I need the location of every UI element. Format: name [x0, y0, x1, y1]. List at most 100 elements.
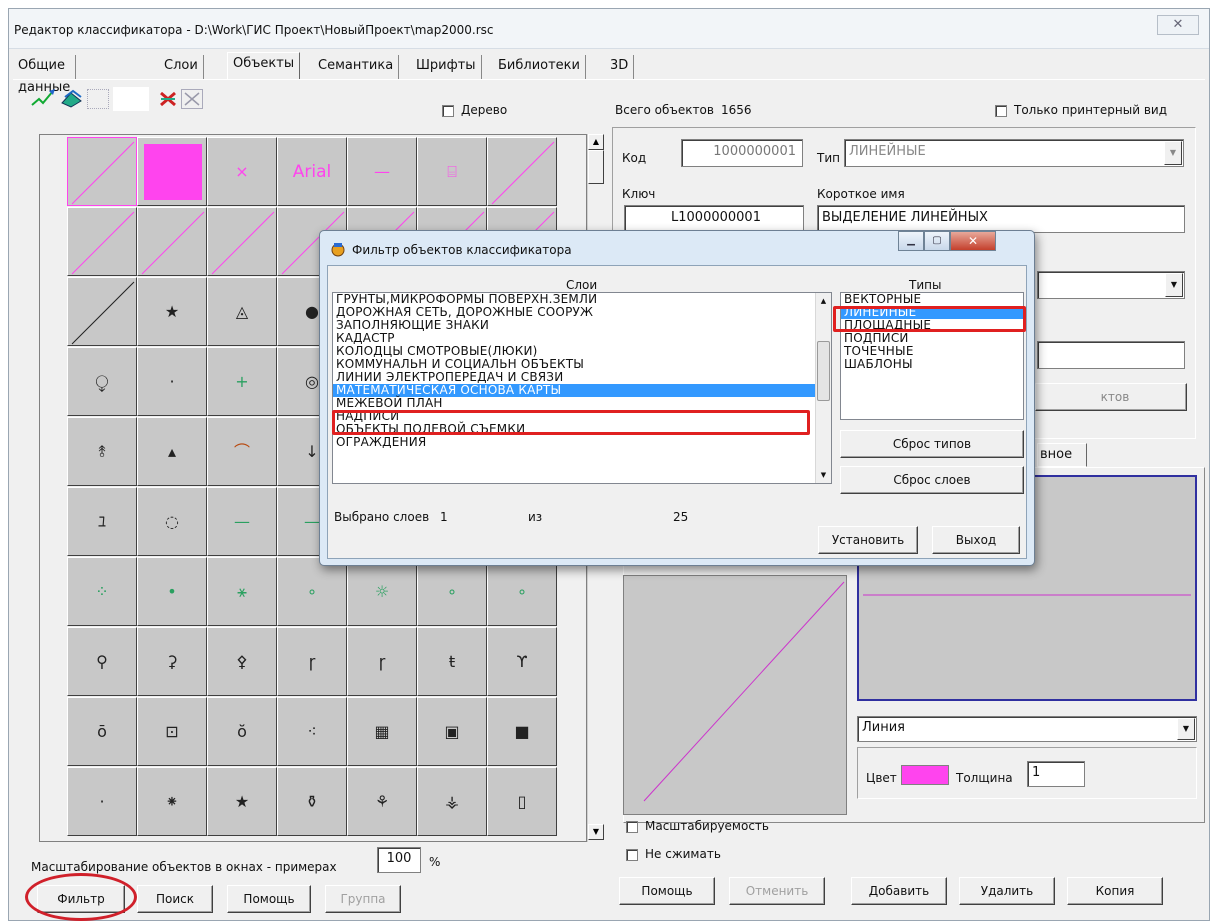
copy-button[interactable]: Копия: [1067, 877, 1163, 905]
printer-only-checkbox[interactable]: [995, 105, 1007, 117]
search-button[interactable]: Поиск: [137, 885, 213, 913]
tab-layers[interactable]: Слои: [159, 55, 204, 79]
object-sample-cell[interactable]: ∘: [417, 557, 487, 626]
object-sample-cell[interactable]: ɼ: [277, 627, 347, 696]
add-button[interactable]: Добавить: [851, 877, 947, 905]
object-sample-cell[interactable]: ∘: [277, 557, 347, 626]
layer-list-item[interactable]: ЗАПОЛНЯЮЩИЕ ЗНАКИ: [333, 319, 831, 332]
object-sample-cell[interactable]: ⁖: [277, 697, 347, 766]
short-name-field[interactable]: ВЫДЕЛЕНИЕ ЛИНЕЙНЫХ: [817, 205, 1185, 233]
help-button-right[interactable]: Помощь: [619, 877, 715, 905]
thickness-input[interactable]: 1: [1027, 761, 1085, 787]
layers-scroll-down-icon[interactable]: ▼: [816, 467, 831, 483]
object-sample-cell[interactable]: ⚴: [207, 627, 277, 696]
delete-icon[interactable]: [157, 89, 179, 109]
object-sample-cell[interactable]: ⚳: [137, 627, 207, 696]
object-sample-cell[interactable]: ◌: [137, 487, 207, 556]
object-sample-cell[interactable]: [207, 207, 277, 276]
tab-3d[interactable]: 3D: [605, 55, 635, 79]
exit-button[interactable]: Выход: [932, 526, 1020, 554]
object-sample-cell[interactable]: ▴: [137, 417, 207, 486]
scroll-down-icon[interactable]: ▼: [588, 824, 604, 840]
object-sample-cell[interactable]: ▯: [487, 767, 557, 836]
layer-list-item[interactable]: МЕЖЕВОЙ ПЛАН: [333, 397, 831, 410]
object-sample-cell[interactable]: ·: [137, 347, 207, 416]
object-sample-cell[interactable]: [137, 137, 207, 206]
hidden-field[interactable]: [1037, 341, 1185, 369]
object-sample-cell[interactable]: ⌒: [207, 417, 277, 486]
object-sample-cell[interactable]: •: [137, 557, 207, 626]
reset-types-button[interactable]: Сброс типов: [840, 430, 1024, 458]
object-sample-cell[interactable]: ⧬: [67, 347, 137, 416]
scroll-thumb[interactable]: [588, 150, 604, 184]
tab-objects[interactable]: Объекты: [227, 52, 301, 79]
help-button[interactable]: Помощь: [227, 885, 311, 913]
maximize-icon[interactable]: ▢: [924, 231, 950, 251]
object-sample-cell[interactable]: ★: [207, 767, 277, 836]
object-sample-cell[interactable]: ☼: [347, 557, 417, 626]
key-field[interactable]: L1000000001: [624, 205, 804, 233]
object-sample-cell[interactable]: ★: [137, 277, 207, 346]
object-sample-cell[interactable]: ō: [67, 697, 137, 766]
object-sample-cell[interactable]: ⚹: [207, 557, 277, 626]
object-sample-cell[interactable]: ∘: [487, 557, 557, 626]
object-sample-cell[interactable]: ▣: [417, 697, 487, 766]
reset-layers-button[interactable]: Сброс слоев: [840, 466, 1024, 494]
object-sample-cell[interactable]: ⥉: [67, 417, 137, 486]
minimize-icon[interactable]: ▁: [898, 231, 924, 251]
scroll-up-icon[interactable]: ▲: [588, 134, 604, 150]
color-swatch[interactable]: [901, 765, 949, 785]
object-sample-cell[interactable]: [67, 277, 137, 346]
object-sample-cell[interactable]: ·: [67, 767, 137, 836]
object-sample-cell[interactable]: ﾕ: [67, 487, 137, 556]
object-sample-cell[interactable]: [137, 207, 207, 276]
no-compress-checkbox[interactable]: [626, 849, 638, 861]
layers-scroll-thumb[interactable]: [817, 341, 830, 401]
hidden-combo-dropdown-icon[interactable]: ▼: [1165, 273, 1183, 297]
object-sample-cell[interactable]: ⚘: [347, 767, 417, 836]
object-sample-cell[interactable]: ×: [207, 137, 277, 206]
object-sample-cell[interactable]: ◬: [207, 277, 277, 346]
object-sample-cell[interactable]: ⚶: [417, 767, 487, 836]
hidden-combo[interactable]: ▼: [1037, 271, 1185, 299]
area-tool-icon[interactable]: [59, 87, 85, 111]
object-sample-cell[interactable]: ŧ: [417, 627, 487, 696]
object-sample-cell[interactable]: [67, 207, 137, 276]
object-sample-cell[interactable]: ▦: [347, 697, 417, 766]
object-sample-cell[interactable]: ⚱: [277, 767, 347, 836]
scale-input[interactable]: 100: [377, 847, 421, 873]
layer-list-item[interactable]: ОГРАЖДЕНИЯ: [333, 436, 831, 449]
tab-general[interactable]: Общие данные: [13, 55, 77, 95]
layers-list[interactable]: ГРУНТЫ,МИКРОФОРМЫ ПОВЕРХН.ЗЕМЛИ ДОРОЖНАЯ …: [332, 292, 832, 484]
tree-checkbox[interactable]: [442, 105, 454, 117]
object-sample-cell[interactable]: ⚲: [67, 627, 137, 696]
line-tool-icon[interactable]: [29, 87, 59, 111]
line-kind-combo[interactable]: Линия ▼: [857, 716, 1197, 742]
object-sample-cell[interactable]: [67, 137, 137, 206]
object-sample-cell[interactable]: +: [207, 347, 277, 416]
object-sample-cell[interactable]: ■: [487, 697, 557, 766]
object-sample-cell[interactable]: Arial: [277, 137, 347, 206]
object-sample-cell[interactable]: —: [207, 487, 277, 556]
dialog-close-icon[interactable]: ✕: [950, 231, 996, 251]
close-icon[interactable]: ✕: [1157, 15, 1199, 35]
layers-scrollbar[interactable]: ▲ ▼: [815, 293, 831, 483]
object-sample-cell[interactable]: ⌸: [417, 137, 487, 206]
scalable-checkbox[interactable]: [626, 821, 638, 833]
clear-icon[interactable]: [181, 89, 203, 109]
apply-button[interactable]: Установить: [818, 526, 918, 554]
layers-scroll-up-icon[interactable]: ▲: [816, 293, 831, 309]
type-list-item[interactable]: ШАБЛОНЫ: [841, 358, 1023, 371]
partial-objects-button[interactable]: ктов: [1035, 383, 1187, 411]
object-sample-cell[interactable]: ϒ: [487, 627, 557, 696]
object-sample-cell[interactable]: ⁘: [67, 557, 137, 626]
tab-fonts[interactable]: Шрифты: [411, 55, 482, 79]
object-sample-cell[interactable]: ⁕: [137, 767, 207, 836]
object-sample-cell[interactable]: ŏ: [207, 697, 277, 766]
delete-button[interactable]: Удалить: [959, 877, 1055, 905]
line-kind-dropdown-icon[interactable]: ▼: [1177, 718, 1195, 740]
object-sample-cell[interactable]: —: [347, 137, 417, 206]
object-sample-cell[interactable]: [487, 137, 557, 206]
object-sample-cell[interactable]: ⊡: [137, 697, 207, 766]
tab-semantics[interactable]: Семантика: [313, 55, 400, 79]
